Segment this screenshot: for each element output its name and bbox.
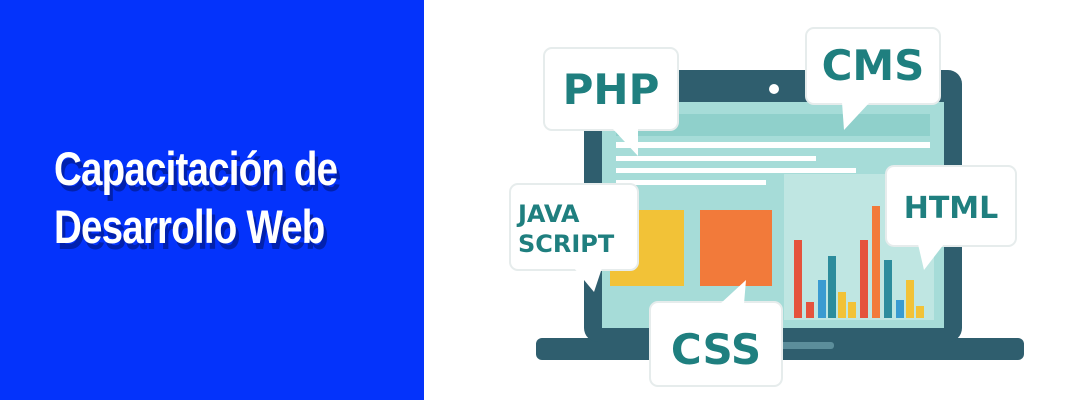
javascript-label-line2: SCRIPT [518, 230, 615, 258]
chart-bar [884, 260, 892, 318]
chart-bar [818, 280, 826, 318]
chart-bar [806, 302, 814, 318]
banner-left-panel: Capacitación de Desarrollo Web [0, 0, 424, 400]
chart-bar [916, 306, 924, 318]
chart-bar [872, 206, 880, 318]
javascript-label-line1: JAVA [516, 200, 580, 228]
laptop-camera [769, 84, 779, 94]
chart-bar [848, 302, 856, 318]
chart-bar [860, 240, 868, 318]
web-development-illustration: PHP CMS HTML JAVA SCRIPT CSS [424, 0, 1080, 400]
html-label: HTML [904, 191, 999, 226]
php-label: PHP [563, 65, 660, 114]
screen-line [616, 142, 930, 148]
chart-bar [896, 300, 904, 318]
cms-label: CMS [822, 41, 925, 90]
screen-line [616, 156, 816, 161]
screen-line [616, 168, 856, 173]
screen-line [616, 180, 766, 185]
banner-title-line1: Capacitación de [54, 142, 338, 195]
banner-title: Capacitación de Desarrollo Web [54, 140, 338, 256]
chart-bar [838, 292, 846, 318]
banner-title-line2: Desarrollo Web [54, 200, 325, 253]
chart-bar [794, 240, 802, 318]
laptop-icon: PHP CMS HTML JAVA SCRIPT CSS [509, 27, 1024, 387]
chart-bar [828, 256, 836, 318]
orange-block [700, 210, 772, 286]
css-label: CSS [671, 325, 761, 374]
chart-bar [906, 280, 914, 318]
